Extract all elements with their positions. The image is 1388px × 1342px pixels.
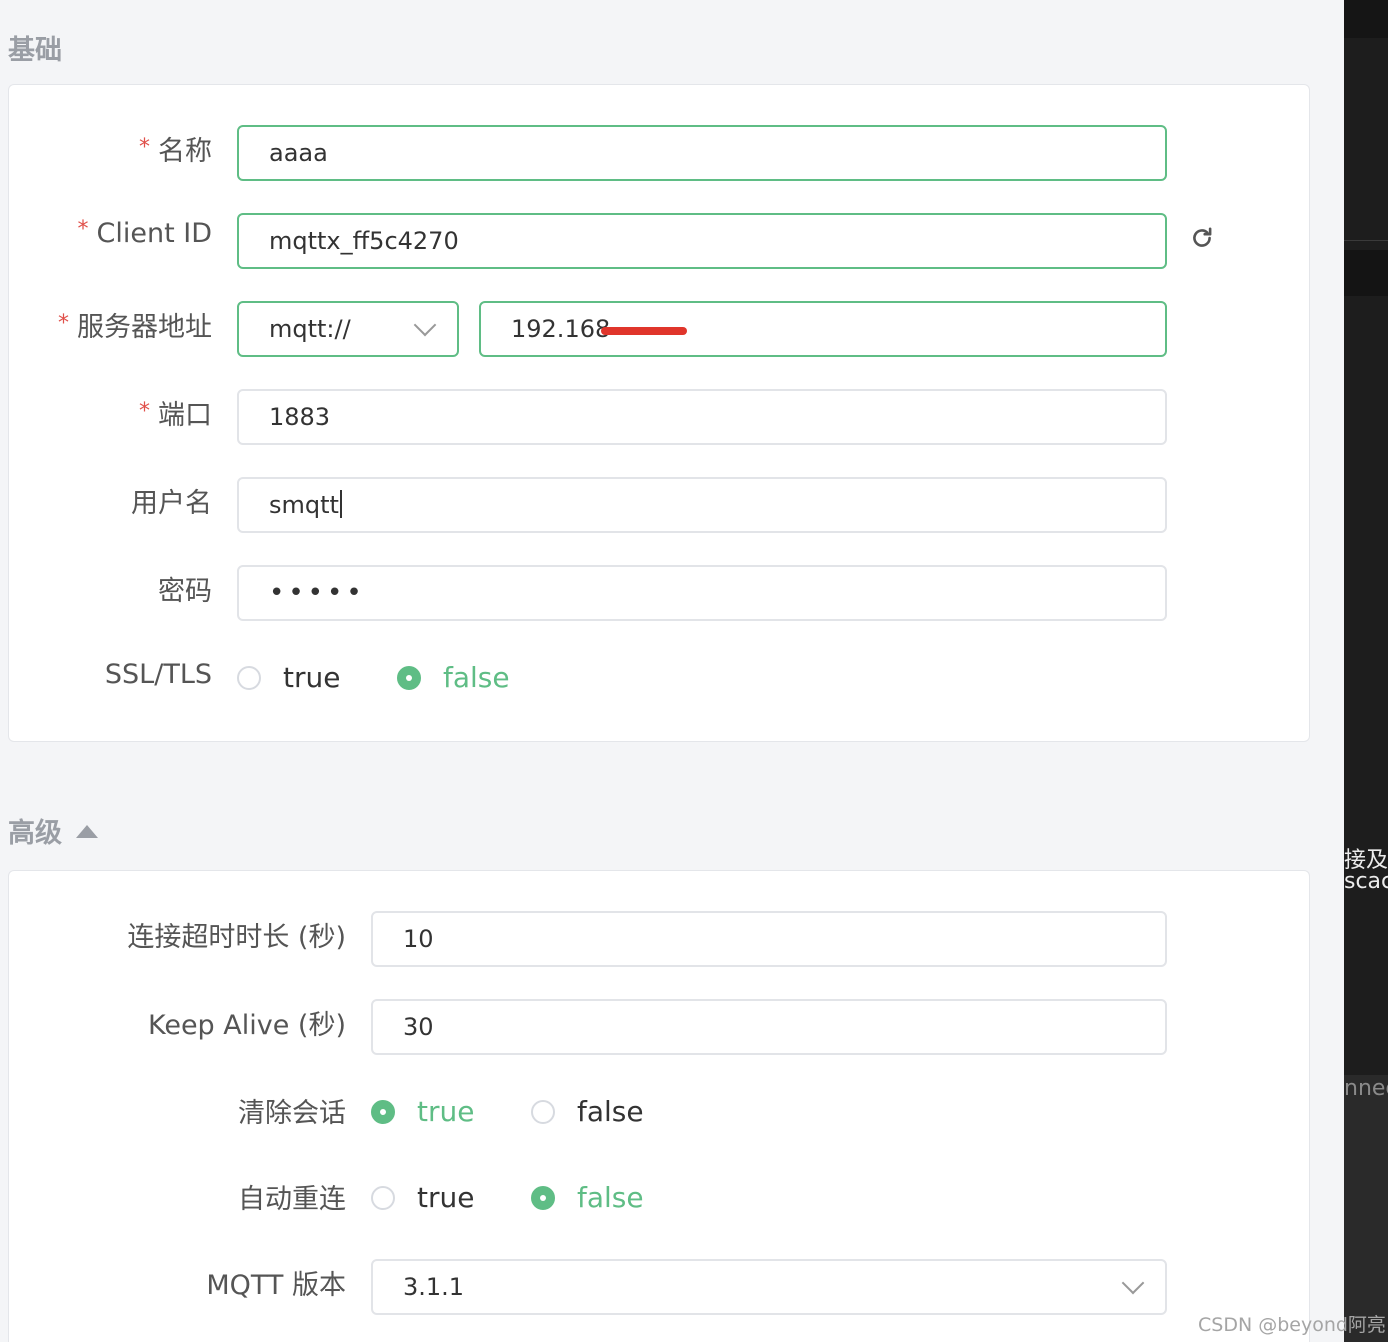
side-panel-text: scac [1344,869,1388,894]
keep-alive-input[interactable]: 30 [371,999,1167,1055]
required-mark: * [139,135,150,160]
client-id-label: * Client ID [77,217,212,249]
ssl-false-radio[interactable]: false [397,661,510,694]
chevron-down-icon [1121,1271,1145,1295]
password-mask: ••••• [269,578,366,608]
connect-timeout-label: 连接超时时长 (秒) [127,922,346,953]
mqtt-version-value: 3.1.1 [403,1273,465,1301]
watermark: CSDN @beyond阿亮 [1198,1314,1386,1336]
radio-circle [371,1099,395,1124]
redaction-mark [601,327,687,335]
name-input[interactable]: aaaa [237,125,1167,181]
clean-session-label: 清除会话 [238,1098,346,1129]
text-cursor [339,490,342,518]
basic-section-title: 基础 [8,35,62,66]
auto-reconnect-false-radio[interactable]: false [531,1181,644,1214]
ssl-true-radio[interactable]: true [237,661,340,694]
mqtt-version-label: MQTT 版本 [206,1270,346,1301]
password-input[interactable]: ••••• [237,565,1167,621]
side-panel-header [1344,0,1388,38]
basic-card: * 名称 aaaa * Client ID mqttx_ff5c4270 * 服务器地… [8,84,1310,742]
required-mark: * [77,217,89,242]
refresh-icon[interactable] [1189,225,1215,251]
connection-settings-form: 基础 * 名称 aaaa * Client ID mqttx_ff5c4270 * 服… [0,0,1344,1342]
client-id-input[interactable]: mqttx_ff5c4270 [237,213,1167,269]
ssl-label: SSL/TLS [104,659,212,690]
advanced-section-title[interactable]: 高级 [8,811,98,850]
host-input[interactable]: 192.168 [479,301,1167,357]
side-panel-divider [1344,240,1388,241]
advanced-card: 连接超时时长 (秒) 10 Keep Alive (秒) 30 清除会话 tru… [8,870,1310,1342]
radio-circle [237,665,261,690]
mqtt-version-select[interactable]: 3.1.1 [371,1259,1167,1315]
side-panel-text: nnec [1344,1076,1388,1101]
collapse-caret-icon [76,825,98,838]
host-value: 192.168 [511,315,611,343]
clean-session-true-radio[interactable]: true [371,1095,474,1128]
name-label: * 名称 [139,135,212,167]
clean-session-false-radio[interactable]: false [531,1095,644,1128]
side-panel-bar [1344,250,1388,296]
auto-reconnect-true-radio[interactable]: true [371,1181,474,1214]
side-panel: 接及 scac nnec [1344,0,1388,1342]
keep-alive-label: Keep Alive (秒) [147,1010,346,1041]
port-input[interactable]: 1883 [237,389,1167,445]
radio-circle [531,1185,555,1210]
password-label: 密码 [158,576,212,607]
side-panel-footer [1344,1075,1388,1342]
protocol-value: mqtt:// [269,315,351,343]
protocol-select[interactable]: mqtt:// [237,301,459,357]
radio-circle [371,1185,395,1210]
required-mark: * [139,399,150,424]
chevron-down-icon [413,313,437,337]
username-input[interactable]: smqtt [237,477,1167,533]
username-value: smqtt [269,491,339,519]
host-label: * 服务器地址 [58,311,212,343]
radio-circle [397,665,421,690]
username-label: 用户名 [131,488,212,519]
auto-reconnect-label: 自动重连 [238,1184,346,1215]
radio-circle [531,1099,555,1124]
required-mark: * [58,311,69,336]
connect-timeout-input[interactable]: 10 [371,911,1167,967]
port-label: * 端口 [139,399,212,431]
